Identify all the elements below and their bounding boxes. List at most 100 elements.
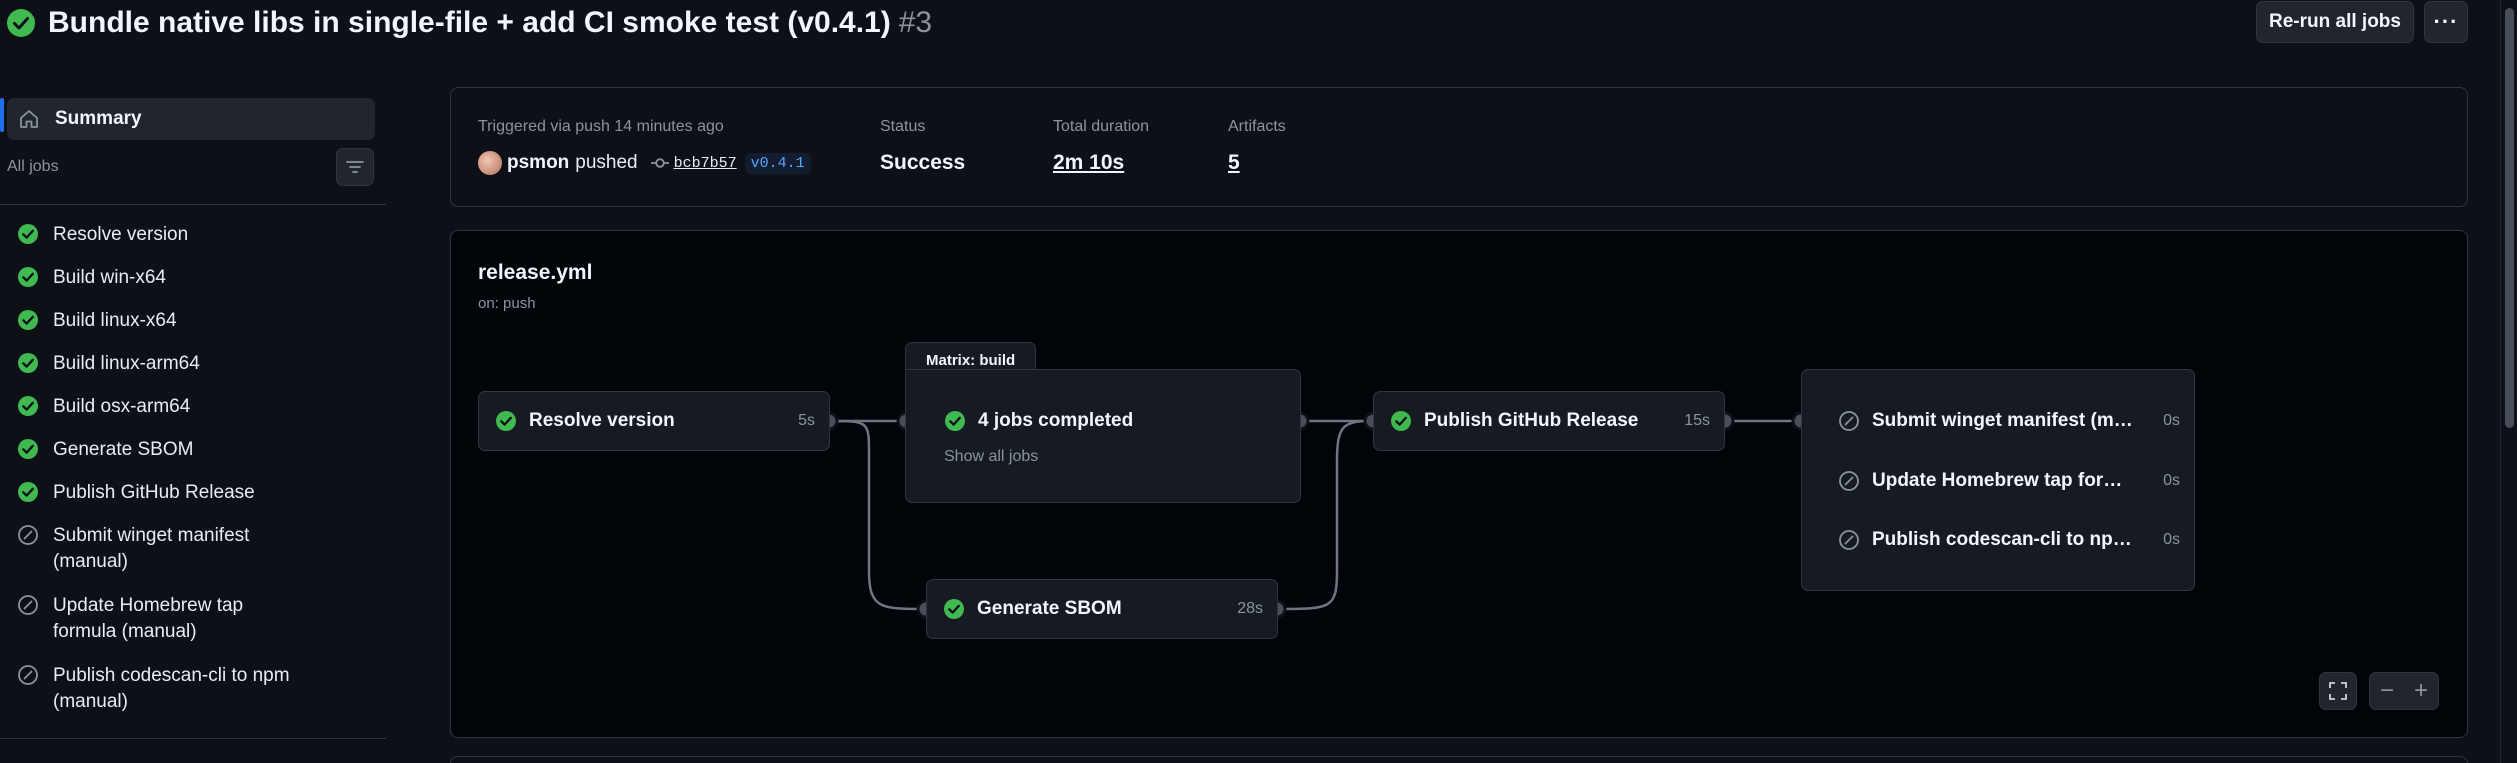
job-label: Build linux-arm64 bbox=[53, 353, 200, 374]
sidebar-item-update-homebrew[interactable]: Update Homebrew tap formula (manual) bbox=[0, 593, 386, 663]
success-check-icon bbox=[18, 310, 38, 330]
job-label: Publish GitHub Release bbox=[53, 482, 255, 503]
sidebar: Summary All jobs Resolve version Build w… bbox=[0, 90, 386, 763]
rerun-all-jobs-button[interactable]: Re-run all jobs bbox=[2256, 1, 2414, 43]
job-list: Resolve version Build win-x64 Build linu… bbox=[0, 222, 386, 733]
success-check-icon bbox=[7, 9, 35, 37]
skipped-icon bbox=[1839, 471, 1859, 491]
commit-sha-link[interactable]: bcb7b57 bbox=[674, 155, 737, 172]
job-label: Generate SBOM bbox=[53, 439, 194, 460]
artifacts-label: Artifacts bbox=[1228, 118, 1286, 135]
fullscreen-icon bbox=[2329, 682, 2347, 700]
manual-job-homebrew[interactable]: Update Homebrew tap formula (manual) 0s bbox=[1802, 470, 2194, 492]
node-label: Resolve version bbox=[529, 410, 675, 431]
run-number: #3 bbox=[898, 6, 933, 39]
job-label: Update Homebrew tap formula (manual) bbox=[53, 595, 244, 642]
page-title: Bundle native libs in single-file + add … bbox=[48, 5, 932, 41]
job-label: Build osx-arm64 bbox=[53, 396, 191, 417]
artifacts-stat: Artifacts 5 bbox=[1228, 118, 1286, 175]
node-duration: 0s bbox=[2163, 472, 2180, 489]
sidebar-divider bbox=[0, 204, 386, 205]
avatar[interactable] bbox=[478, 151, 502, 175]
success-check-icon bbox=[1391, 411, 1411, 431]
status-value: Success bbox=[880, 151, 966, 174]
job-label: Submit winget manifest (manual) bbox=[53, 525, 250, 572]
status-stat: Status Success bbox=[880, 118, 965, 175]
sidebar-item-summary[interactable]: Summary bbox=[7, 98, 375, 140]
sidebar-summary-label: Summary bbox=[55, 108, 142, 129]
sidebar-item-submit-winget[interactable]: Submit winget manifest (manual) bbox=[0, 523, 386, 593]
sidebar-item-build-win-x64[interactable]: Build win-x64 bbox=[0, 265, 386, 308]
run-title-text: Bundle native libs in single-file + add … bbox=[48, 6, 891, 39]
run-summary-card: Triggered via push 14 minutes ago psmon … bbox=[450, 87, 2468, 207]
filter-jobs-button[interactable] bbox=[336, 148, 374, 186]
sidebar-item-build-linux-arm64[interactable]: Build linux-arm64 bbox=[0, 351, 386, 394]
success-check-icon bbox=[18, 482, 38, 502]
tag-badge[interactable]: v0.4.1 bbox=[744, 152, 811, 174]
sidebar-item-publish-github-release[interactable]: Publish GitHub Release bbox=[0, 480, 386, 523]
node-label: Publish codescan-cli to npm (manual) bbox=[1872, 529, 2134, 550]
node-label: Submit winget manifest (manual) bbox=[1872, 410, 2140, 431]
node-label: Generate SBOM bbox=[977, 598, 1122, 619]
sidebar-item-resolve-version[interactable]: Resolve version bbox=[0, 222, 386, 265]
node-duration: 28s bbox=[1237, 600, 1263, 617]
trigger-details: psmon pushed bcb7b57 v0.4.1 bbox=[478, 150, 811, 176]
zoom-controls: − + bbox=[2369, 672, 2439, 710]
trigger-verb: pushed bbox=[575, 152, 638, 173]
node-label: Publish GitHub Release bbox=[1424, 410, 1639, 431]
skipped-icon bbox=[18, 665, 38, 685]
success-check-icon bbox=[944, 599, 964, 619]
next-card-edge bbox=[450, 756, 2468, 763]
duration-link[interactable]: 2m 10s bbox=[1053, 151, 1149, 175]
job-label: Build win-x64 bbox=[53, 267, 166, 288]
zoom-out-button[interactable]: − bbox=[2370, 673, 2404, 709]
graph-node-matrix-build[interactable]: 4 jobs completed Show all jobs bbox=[905, 369, 1301, 503]
success-check-icon bbox=[18, 353, 38, 373]
graph-node-resolve-version[interactable]: Resolve version 5s bbox=[478, 391, 830, 451]
sidebar-item-build-osx-arm64[interactable]: Build osx-arm64 bbox=[0, 394, 386, 437]
node-duration: 5s bbox=[798, 412, 815, 429]
graph-node-generate-sbom[interactable]: Generate SBOM 28s bbox=[926, 579, 1278, 639]
skipped-icon bbox=[1839, 530, 1859, 550]
skipped-icon bbox=[1839, 411, 1859, 431]
more-options-button[interactable]: ··· bbox=[2424, 1, 2468, 43]
filter-icon bbox=[346, 161, 364, 173]
scrollbar-thumb[interactable] bbox=[2505, 8, 2514, 428]
success-check-icon bbox=[496, 411, 516, 431]
skipped-icon bbox=[18, 595, 38, 615]
fullscreen-button[interactable] bbox=[2319, 672, 2357, 710]
trigger-user-link[interactable]: psmon bbox=[507, 152, 569, 174]
success-check-icon bbox=[945, 411, 965, 431]
sidebar-item-build-linux-x64[interactable]: Build linux-x64 bbox=[0, 308, 386, 351]
page-scrollbar[interactable] bbox=[2500, 0, 2517, 763]
home-icon bbox=[20, 110, 38, 128]
zoom-in-button[interactable]: + bbox=[2404, 673, 2438, 709]
show-all-jobs-link[interactable]: Show all jobs bbox=[944, 448, 1038, 466]
node-duration: 0s bbox=[2163, 531, 2180, 548]
artifacts-link[interactable]: 5 bbox=[1228, 151, 1286, 175]
workflow-run-page: Bundle native libs in single-file + add … bbox=[0, 0, 2517, 763]
all-jobs-heading: All jobs bbox=[7, 158, 59, 175]
node-label: Update Homebrew tap formula (manual) bbox=[1872, 470, 2134, 491]
duration-label: Total duration bbox=[1053, 118, 1150, 135]
graph-node-publish-github-release[interactable]: Publish GitHub Release 15s bbox=[1373, 391, 1725, 451]
workflow-graph-card: release.yml on: push Resolve version 5s … bbox=[450, 230, 2468, 738]
job-label: Build linux-x64 bbox=[53, 310, 177, 331]
summary-active-indicator bbox=[0, 98, 4, 132]
trigger-label: Triggered via push 14 minutes ago bbox=[478, 118, 724, 135]
success-check-icon bbox=[18, 439, 38, 459]
git-commit-icon bbox=[650, 158, 669, 168]
success-check-icon bbox=[18, 396, 38, 416]
node-label: 4 jobs completed bbox=[978, 410, 1134, 431]
success-check-icon bbox=[18, 224, 38, 244]
manual-job-winget[interactable]: Submit winget manifest (manual) 0s bbox=[1802, 410, 2194, 432]
skipped-icon bbox=[18, 525, 38, 545]
success-check-icon bbox=[18, 267, 38, 287]
run-header: Bundle native libs in single-file + add … bbox=[0, 0, 2517, 50]
node-duration: 0s bbox=[2163, 412, 2180, 429]
manual-job-npm[interactable]: Publish codescan-cli to npm (manual) 0s bbox=[1802, 529, 2194, 551]
duration-stat: Total duration 2m 10s bbox=[1053, 118, 1149, 175]
sidebar-item-generate-sbom[interactable]: Generate SBOM bbox=[0, 437, 386, 480]
sidebar-item-publish-npm[interactable]: Publish codescan-cli to npm (manual) bbox=[0, 663, 386, 733]
job-label: Resolve version bbox=[53, 224, 189, 245]
